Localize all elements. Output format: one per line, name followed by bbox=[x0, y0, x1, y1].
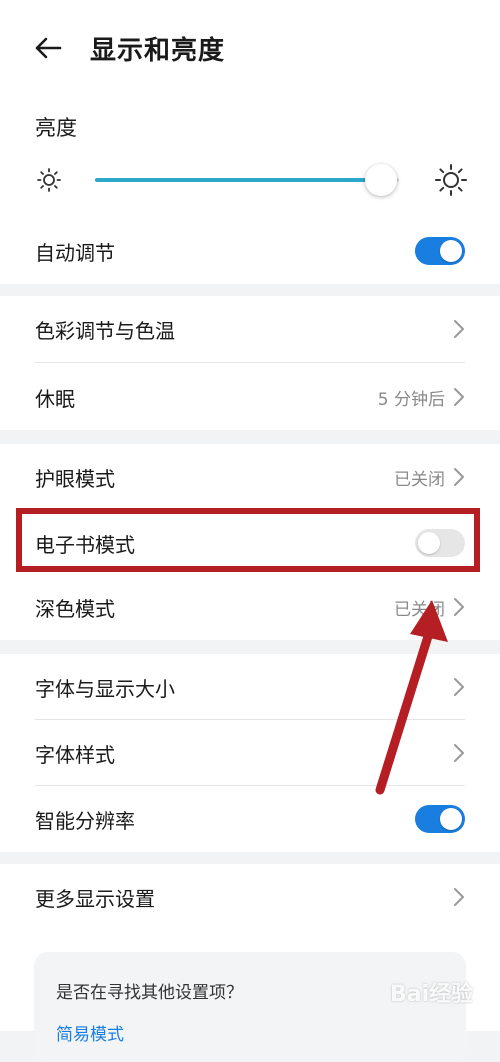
eye-comfort-value: 已关闭 bbox=[394, 469, 445, 490]
brightness-slider-fill bbox=[95, 178, 381, 182]
more-display-label: 更多显示设置 bbox=[35, 886, 155, 911]
more-display-row[interactable]: 更多显示设置 bbox=[35, 864, 465, 930]
chevron-right-icon bbox=[454, 678, 464, 696]
divider bbox=[35, 362, 465, 363]
dark-mode-row[interactable]: 深色模式 已关闭 bbox=[35, 574, 465, 640]
sleep-row[interactable]: 休眠 5 分钟后 bbox=[35, 364, 465, 430]
font-style-label: 字体样式 bbox=[35, 742, 115, 767]
toggle-knob bbox=[440, 808, 462, 830]
back-arrow-icon[interactable] bbox=[28, 28, 68, 68]
brightness-card: 亮度 自动调节 bbox=[0, 96, 500, 284]
brightness-label: 亮度 bbox=[35, 116, 77, 140]
auto-adjust-row[interactable]: 自动调节 bbox=[35, 218, 465, 284]
dark-mode-value: 已关闭 bbox=[394, 599, 445, 620]
font-card: 字体与显示大小 字体样式 智能分辨率 bbox=[0, 654, 500, 852]
brightness-slider-thumb[interactable] bbox=[364, 164, 397, 196]
eye-comfort-row[interactable]: 护眼模式 已关闭 bbox=[35, 444, 465, 510]
font-size-label: 字体与显示大小 bbox=[35, 676, 175, 701]
brightness-slider-row bbox=[0, 160, 500, 200]
chevron-right-icon bbox=[454, 388, 464, 406]
toggle-knob bbox=[440, 240, 462, 262]
eye-comfort-label: 护眼模式 bbox=[35, 466, 115, 491]
chevron-right-icon bbox=[454, 320, 464, 338]
font-style-row[interactable]: 字体样式 bbox=[35, 720, 465, 786]
color-temp-label: 色彩调节与色温 bbox=[35, 318, 175, 343]
ebook-mode-toggle[interactable] bbox=[415, 529, 465, 557]
toggle-knob bbox=[418, 532, 440, 554]
chevron-right-icon bbox=[454, 888, 464, 906]
ebook-mode-row[interactable]: 电子书模式 bbox=[35, 510, 465, 576]
smart-resolution-row[interactable]: 智能分辨率 bbox=[35, 786, 465, 852]
auto-adjust-label: 自动调节 bbox=[35, 240, 115, 265]
suggestion-text: 是否在寻找其他设置项？ bbox=[56, 983, 243, 1003]
chevron-right-icon bbox=[454, 744, 464, 762]
sleep-value: 5 分钟后 bbox=[377, 389, 445, 410]
smart-resolution-toggle[interactable] bbox=[415, 805, 465, 833]
sun-large-icon bbox=[435, 164, 467, 196]
simple-mode-link[interactable]: 简易模式 bbox=[56, 1020, 124, 1045]
dark-mode-label: 深色模式 bbox=[35, 596, 115, 621]
chevron-right-icon bbox=[454, 598, 464, 616]
modes-card: 护眼模式 已关闭 电子书模式 深色模式 已关闭 bbox=[0, 444, 500, 640]
color-sleep-card: 色彩调节与色温 休眠 5 分钟后 bbox=[0, 296, 500, 430]
page-title: 显示和亮度 bbox=[90, 35, 226, 66]
header: 显示和亮度 bbox=[0, 0, 500, 96]
brightness-slider-track[interactable] bbox=[95, 164, 399, 196]
ebook-mode-label: 电子书模式 bbox=[35, 532, 135, 557]
color-temp-row[interactable]: 色彩调节与色温 bbox=[35, 296, 465, 362]
sleep-label: 休眠 bbox=[35, 386, 75, 411]
chevron-right-icon bbox=[454, 468, 464, 486]
font-size-row[interactable]: 字体与显示大小 bbox=[35, 654, 465, 720]
sun-small-icon bbox=[37, 168, 61, 192]
auto-adjust-toggle[interactable] bbox=[415, 237, 465, 265]
watermark: Bai经验 bbox=[390, 982, 474, 1007]
smart-resolution-label: 智能分辨率 bbox=[35, 808, 135, 833]
